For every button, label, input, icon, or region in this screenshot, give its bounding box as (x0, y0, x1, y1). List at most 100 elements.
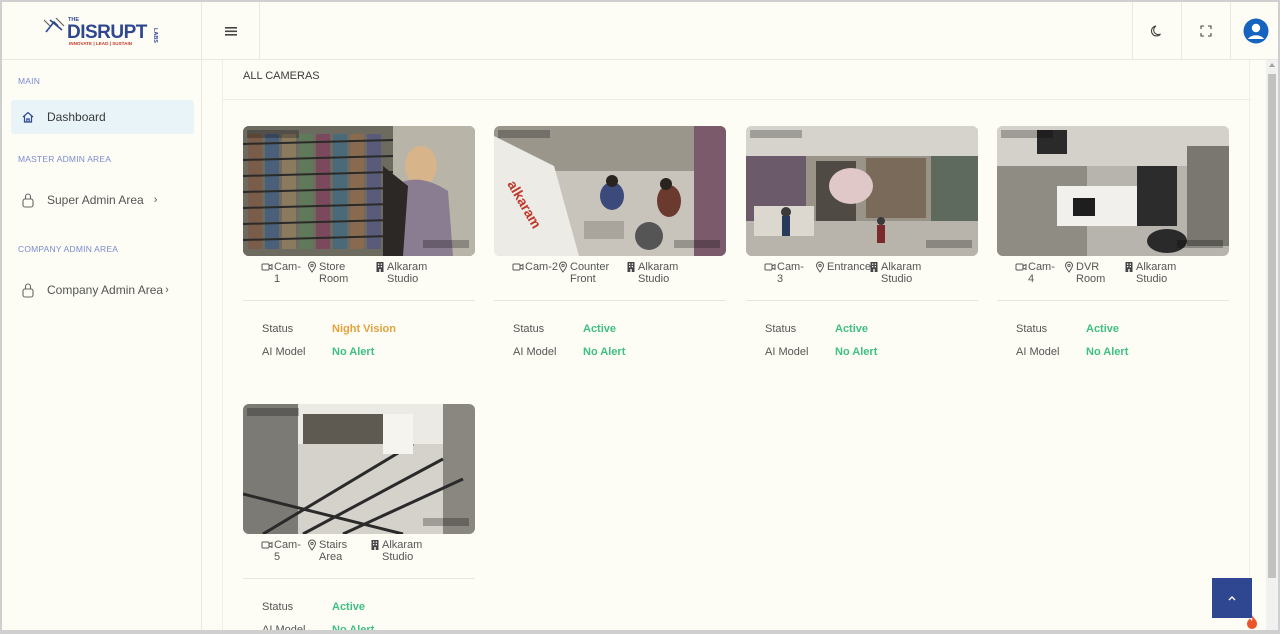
ai-model-label: AI Model (262, 624, 306, 634)
status-badge: Active (835, 323, 869, 335)
ai-model-value: No Alert (1086, 346, 1129, 358)
ai-model-row: AI Model No Alert (513, 346, 625, 358)
camera-name: Cam- 1 (261, 261, 301, 285)
camera-feed-thumbnail[interactable] (243, 404, 475, 534)
user-avatar-icon (1243, 18, 1268, 44)
card-divider (997, 300, 1229, 301)
sidebar-item-label: Dashboard (47, 110, 106, 124)
camera-feed-image (243, 126, 475, 256)
status-row: Status Active (513, 323, 616, 335)
ai-model-row: AI Model No Alert (1016, 346, 1128, 358)
camera-name: Cam- 5 (261, 539, 301, 563)
camera-company: Alkaram Studio (369, 539, 422, 563)
camera-location: Store Room (306, 261, 348, 285)
brand-logo: THE DISRUPT LABS INNOVATE | LEAD | SUSTA… (43, 17, 158, 46)
ai-model-label: AI Model (513, 346, 557, 358)
camera-meta: Cam- 4 DVR Room Alkaram Studio (1015, 261, 1225, 291)
building-icon (371, 540, 379, 550)
svg-text:LABS: LABS (152, 28, 158, 43)
camera-feed-image: alkaram (494, 126, 726, 256)
sidebar-item-label: Super Admin Area (47, 193, 144, 207)
building-icon (627, 262, 635, 272)
page-scrollbar[interactable] (1266, 60, 1278, 630)
camera-meta: Cam- 3 Entrance Alkaram Studio (764, 261, 974, 291)
status-badge: Night Vision (332, 323, 396, 335)
ai-model-row: AI Model No Alert (262, 346, 374, 358)
camera-meta: Cam- 5 Stairs Area Alkaram Studio (261, 539, 471, 569)
location-pin-icon (558, 261, 568, 273)
location-pin-icon (307, 539, 317, 551)
svg-text:INNOVATE | LEAD | SUSTAIN: INNOVATE | LEAD | SUSTAIN (69, 41, 133, 46)
status-row: Status Night Vision (262, 323, 396, 335)
camera-location: Entrance (814, 261, 871, 273)
video-camera-icon (261, 541, 273, 549)
sidebar-heading-master: MASTER ADMIN AREA (18, 154, 112, 164)
top-actions (1132, 2, 1278, 60)
scroll-to-top-button[interactable] (1212, 578, 1252, 618)
card-divider (746, 300, 978, 301)
ai-model-value: No Alert (583, 346, 626, 358)
camera-name: Cam- 3 (764, 261, 804, 285)
video-camera-icon (764, 263, 776, 271)
svg-text:DISRUPT: DISRUPT (67, 22, 148, 43)
status-row: Status Active (765, 323, 868, 335)
ai-model-value: No Alert (332, 624, 375, 634)
building-icon (1125, 262, 1133, 272)
ai-model-label: AI Model (262, 346, 306, 358)
moon-icon (1150, 25, 1161, 37)
camera-feed-thumbnail[interactable] (997, 126, 1229, 256)
location-pin-icon (307, 261, 317, 273)
status-badge: Active (332, 601, 366, 613)
status-badge: Active (583, 323, 617, 335)
sidebar-item-super-admin[interactable]: Super Admin Area › (11, 183, 194, 217)
location-pin-icon (815, 261, 825, 273)
user-menu-button[interactable] (1230, 2, 1278, 60)
scroll-thumb[interactable] (1268, 74, 1276, 578)
video-camera-icon (1015, 263, 1027, 271)
sidebar-heading-company: COMPANY ADMIN AREA (18, 244, 119, 254)
status-row: Status Active (262, 601, 365, 613)
camera-company: Alkaram Studio (868, 261, 921, 285)
ai-model-row: AI Model No Alert (262, 624, 375, 634)
status-label: Status (262, 323, 294, 335)
ai-model-label: AI Model (1016, 346, 1060, 358)
camera-feed-thumbnail[interactable] (243, 126, 475, 256)
camera-feed-thumbnail[interactable] (746, 126, 978, 256)
camera-meta: Cam-2 Counter Front Alkaram Studio (512, 261, 722, 291)
scroll-up-arrow-icon[interactable] (1269, 63, 1275, 67)
sidebar-item-company-admin[interactable]: Company Admin Area › (11, 273, 194, 307)
ai-model-value: No Alert (332, 346, 375, 358)
video-camera-icon (261, 263, 273, 271)
panel-header: ALL CAMERAS (223, 60, 1251, 100)
chevron-up-icon (1228, 596, 1236, 601)
cameras-panel: ALL CAMERAS Cam- 1 Store Room Alkaram St… (222, 60, 1251, 634)
hamburger-icon (224, 27, 237, 36)
camera-company: Alkaram Studio (374, 261, 427, 285)
status-label: Status (765, 323, 797, 335)
lock-icon (22, 193, 34, 208)
sidebar: MAIN Dashboard MASTER ADMIN AREA Super A… (2, 60, 202, 630)
location-pin-icon (1064, 261, 1074, 273)
home-icon (22, 111, 34, 123)
camera-feed-image (997, 126, 1229, 256)
camera-feed-image (243, 404, 475, 534)
status-label: Status (262, 601, 294, 613)
ai-model-label: AI Model (765, 346, 809, 358)
status-row: Status Active (1016, 323, 1119, 335)
theme-toggle-button[interactable] (1132, 2, 1181, 60)
ai-model-row: AI Model No Alert (765, 346, 877, 358)
flame-icon (1247, 615, 1257, 629)
camera-feed-thumbnail[interactable]: alkaram (494, 126, 726, 256)
status-label: Status (513, 323, 545, 335)
card-divider (494, 300, 726, 301)
sidebar-item-label: Company Admin Area (47, 283, 164, 297)
building-icon (870, 262, 878, 272)
page-title: ALL CAMERAS (243, 70, 320, 82)
fullscreen-button[interactable] (1181, 2, 1230, 60)
status-label: Status (1016, 323, 1048, 335)
video-camera-icon (512, 263, 524, 271)
logo-area[interactable]: THE DISRUPT LABS INNOVATE | LEAD | SUSTA… (2, 2, 202, 60)
menu-toggle-button[interactable] (202, 2, 260, 60)
sidebar-item-dashboard[interactable]: Dashboard (11, 100, 194, 134)
camera-location: Stairs Area (306, 539, 347, 563)
